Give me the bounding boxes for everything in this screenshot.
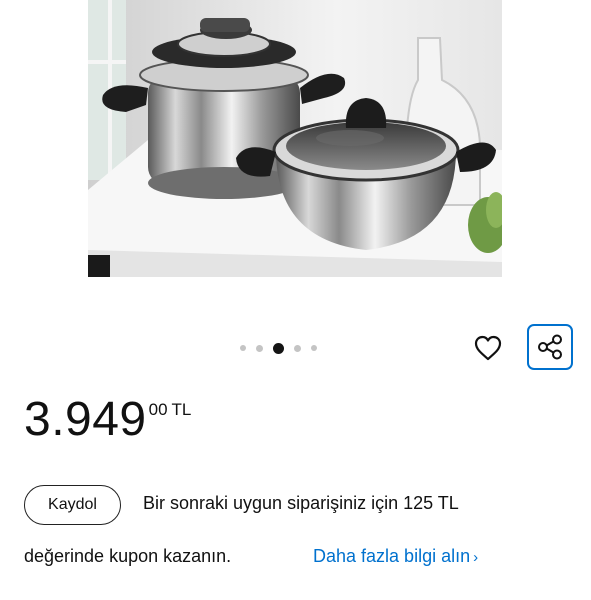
price-currency: TL <box>171 400 192 419</box>
favorite-button[interactable] <box>469 330 507 366</box>
carousel-dot[interactable] <box>311 345 317 351</box>
promo-text-line2: değerinde kupon kazanın. <box>24 546 232 566</box>
carousel-dot[interactable] <box>240 345 246 351</box>
image-carousel-dots[interactable] <box>240 342 317 354</box>
share-icon <box>538 334 562 360</box>
share-button[interactable] <box>527 324 573 370</box>
price-fraction: 00 <box>148 400 168 419</box>
promo-text-line1: Bir sonraki uygun siparişiniz için 125 T… <box>143 493 459 513</box>
product-price: 3.949 00 TL <box>24 392 191 448</box>
product-image[interactable] <box>88 0 502 277</box>
carousel-dot-active[interactable] <box>273 342 284 354</box>
learn-more-link[interactable]: Daha fazla bilgi alın › <box>313 546 478 567</box>
heart-outline-icon <box>474 335 502 361</box>
carousel-dot[interactable] <box>256 344 263 352</box>
learn-more-label: Daha fazla bilgi alın <box>313 546 471 566</box>
chevron-right-icon: › <box>473 549 479 566</box>
price-main: 3.949 <box>24 393 147 446</box>
cookware-illustration <box>88 0 502 277</box>
carousel-dot[interactable] <box>294 344 301 352</box>
kaydol-button[interactable]: Kaydol <box>24 485 121 525</box>
